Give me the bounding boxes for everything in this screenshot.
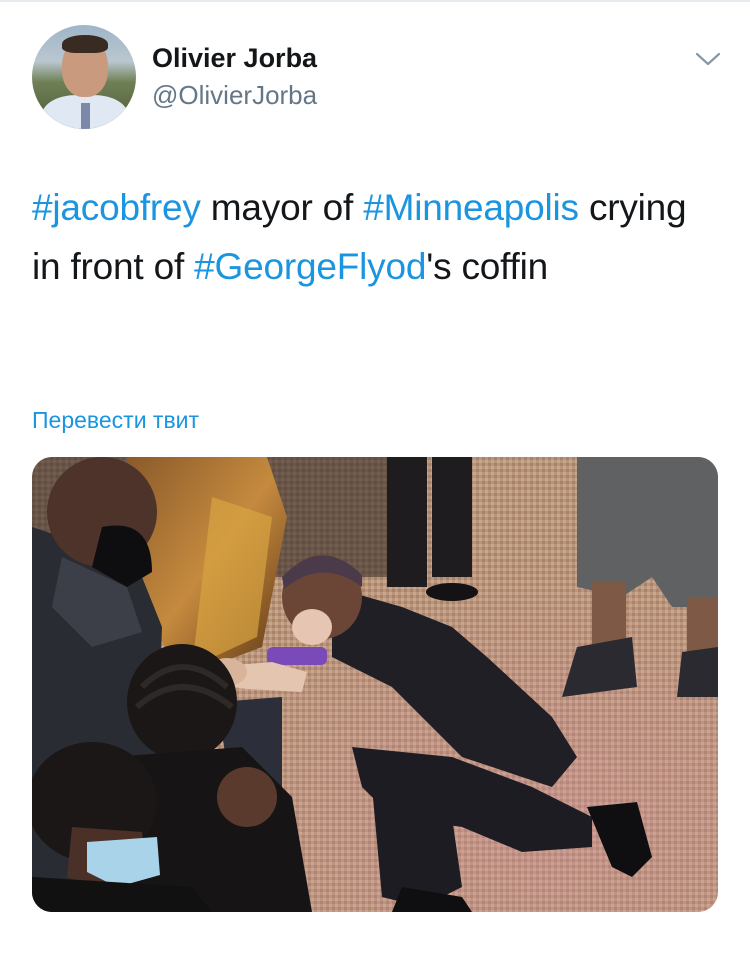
avatar-tie bbox=[81, 103, 90, 129]
tweet-header: Olivier Jorba @OlivierJorba bbox=[32, 25, 722, 129]
author-handle[interactable]: @OlivierJorba bbox=[152, 78, 317, 112]
tweet-text-segment: 's coffin bbox=[426, 246, 549, 287]
hashtag-jacobfrey[interactable]: #jacobfrey bbox=[32, 187, 201, 228]
hashtag-minneapolis[interactable]: #Minneapolis bbox=[363, 187, 579, 228]
avatar[interactable] bbox=[32, 25, 136, 129]
hashtag-georgeflyod[interactable]: #GeorgeFlyod bbox=[194, 246, 426, 287]
top-divider bbox=[0, 0, 750, 2]
tweet-text: #jacobfrey mayor of #Minneapolis crying … bbox=[32, 178, 722, 296]
avatar-hair bbox=[62, 35, 108, 53]
tweet-photo[interactable] bbox=[32, 457, 718, 912]
tweet-text-segment: mayor of bbox=[200, 187, 364, 228]
translate-tweet-link[interactable]: Перевести твит bbox=[32, 404, 199, 436]
author-display-name[interactable]: Olivier Jorba bbox=[152, 42, 317, 74]
author-names: Olivier Jorba @OlivierJorba bbox=[152, 42, 317, 112]
photo-illustration bbox=[32, 457, 718, 912]
chevron-down-icon[interactable] bbox=[694, 49, 722, 69]
